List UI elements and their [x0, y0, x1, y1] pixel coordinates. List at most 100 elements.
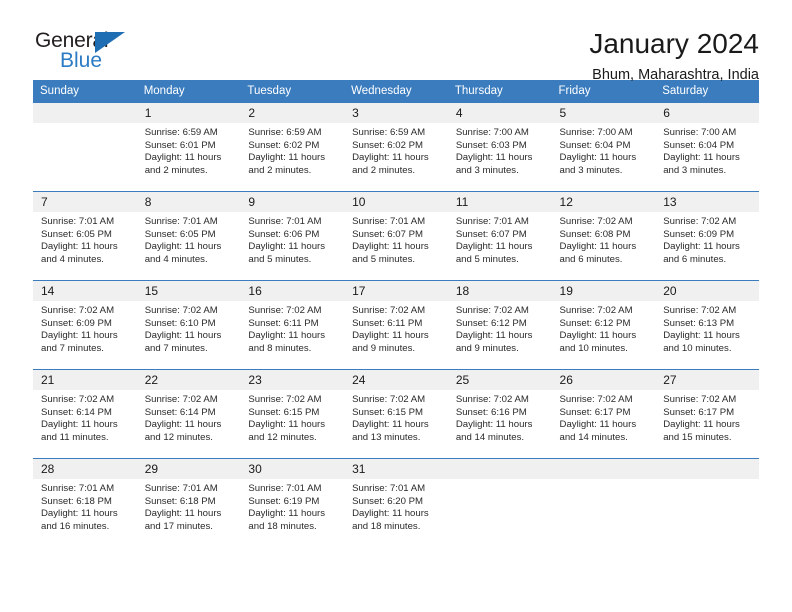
calendar-day-cell[interactable]: 5 Sunrise: 7:00 AM Sunset: 6:04 PM Daylight… [551, 102, 656, 192]
daylight-text-line1: Daylight: 11 hours [41, 330, 118, 342]
sunset-text: Sunset: 6:07 PM [352, 228, 424, 240]
calendar-day-cell[interactable]: 9 Sunrise: 7:01 AM Sunset: 6:06 PM Daylight… [240, 191, 345, 281]
calendar-table: Sunday Monday Tuesday Wednesday Thursday… [33, 80, 759, 548]
sunrise-text: Sunrise: 6:59 AM [352, 127, 426, 138]
day-details: Sunrise: 7:02 AM Sunset: 6:11 PM Daylight:… [344, 301, 448, 355]
daylight-text-line2: and 11 minutes. [41, 431, 109, 443]
calendar-day-cell[interactable]: 16 Sunrise: 7:02 AM Sunset: 6:11 PM Dayligh… [240, 280, 345, 370]
calendar-day-cell[interactable]: 23 Sunrise: 7:02 AM Sunset: 6:15 PM Dayligh… [240, 369, 345, 459]
sunrise-text: Sunrise: 7:02 AM [559, 394, 633, 405]
day-number: 22 [136, 370, 241, 390]
calendar-day-cell[interactable]: 31 Sunrise: 7:01 AM Sunset: 6:20 PM Dayligh… [344, 458, 448, 548]
sunrise-text: Sunrise: 6:59 AM [144, 127, 218, 138]
calendar-day-cell[interactable]: 15 Sunrise: 7:02 AM Sunset: 6:10 PM Dayligh… [136, 280, 241, 370]
daylight-text-line1: Daylight: 11 hours [455, 241, 533, 253]
day-number: 24 [344, 370, 448, 390]
page-header: General Blue January 2024 Bhum, Maharash… [33, 0, 759, 83]
day-number: 10 [344, 192, 448, 212]
calendar-day-cell[interactable] [447, 458, 552, 548]
calendar-day-cell[interactable]: 7 Sunrise: 7:01 AM Sunset: 6:05 PM Daylight… [33, 191, 137, 281]
calendar-day-cell[interactable]: 1 Sunrise: 6:59 AM Sunset: 6:01 PM Daylight… [136, 102, 241, 192]
calendar-day-cell[interactable]: 14 Sunrise: 7:02 AM Sunset: 6:09 PM Dayligh… [33, 280, 137, 370]
calendar-day-cell[interactable]: 19 Sunrise: 7:02 AM Sunset: 6:12 PM Dayligh… [551, 280, 656, 370]
weekday-header-sunday: Sunday [33, 80, 137, 103]
sunset-text: Sunset: 6:12 PM [559, 317, 631, 329]
calendar-day-cell[interactable]: 18 Sunrise: 7:02 AM Sunset: 6:12 PM Dayligh… [447, 280, 552, 370]
sunset-text: Sunset: 6:14 PM [144, 406, 216, 418]
sunset-text: Sunset: 6:17 PM [663, 406, 735, 418]
day-details: Sunrise: 6:59 AM Sunset: 6:02 PM Daylight:… [344, 123, 448, 177]
calendar-day-cell[interactable]: 21 Sunrise: 7:02 AM Sunset: 6:14 PM Dayligh… [33, 369, 137, 459]
daylight-text-line1: Daylight: 11 hours [559, 152, 637, 164]
calendar-day-cell[interactable]: 6 Sunrise: 7:00 AM Sunset: 6:04 PM Daylight… [655, 102, 759, 192]
daylight-text-line2: and 10 minutes. [559, 342, 628, 354]
daylight-text-line1: Daylight: 11 hours [248, 330, 326, 342]
day-details: Sunrise: 7:01 AM Sunset: 6:18 PM Daylight:… [33, 479, 137, 533]
daylight-text-line2: and 18 minutes. [352, 520, 421, 532]
sunrise-text: Sunrise: 7:02 AM [248, 305, 322, 316]
daylight-text-line1: Daylight: 11 hours [144, 330, 222, 342]
daylight-text-line1: Daylight: 11 hours [352, 508, 429, 520]
sunrise-text: Sunrise: 7:02 AM [41, 394, 115, 405]
calendar-day-cell[interactable]: 8 Sunrise: 7:01 AM Sunset: 6:05 PM Daylight… [136, 191, 241, 281]
calendar-day-cell[interactable]: 13 Sunrise: 7:02 AM Sunset: 6:09 PM Dayligh… [655, 191, 759, 281]
calendar-day-cell[interactable]: 25 Sunrise: 7:02 AM Sunset: 6:16 PM Dayligh… [447, 369, 552, 459]
calendar-day-cell[interactable]: 28 Sunrise: 7:01 AM Sunset: 6:18 PM Dayligh… [33, 458, 137, 548]
sunset-text: Sunset: 6:06 PM [248, 228, 320, 240]
calendar-day-cell[interactable]: 30 Sunrise: 7:01 AM Sunset: 6:19 PM Dayligh… [240, 458, 345, 548]
calendar-day-cell[interactable]: 26 Sunrise: 7:02 AM Sunset: 6:17 PM Dayligh… [551, 369, 656, 459]
title-block: January 2024 Bhum, Maharashtra, India [589, 28, 759, 85]
calendar-day-cell[interactable] [551, 458, 656, 548]
day-details: Sunrise: 7:02 AM Sunset: 6:09 PM Daylight:… [655, 212, 759, 266]
brand-logo[interactable]: General Blue [33, 28, 153, 74]
day-number: 16 [240, 281, 345, 301]
sunset-text: Sunset: 6:10 PM [144, 317, 216, 329]
sunset-text: Sunset: 6:04 PM [559, 139, 631, 151]
day-number: 27 [655, 370, 759, 390]
daylight-text-line2: and 6 minutes. [559, 253, 623, 265]
calendar-day-cell[interactable]: 24 Sunrise: 7:02 AM Sunset: 6:15 PM Dayligh… [344, 369, 448, 459]
sunset-text: Sunset: 6:09 PM [41, 317, 112, 329]
daylight-text-line2: and 14 minutes. [455, 431, 525, 443]
calendar-day-cell[interactable]: 20 Sunrise: 7:02 AM Sunset: 6:13 PM Dayligh… [655, 280, 759, 370]
calendar-day-cell[interactable]: 10 Sunrise: 7:01 AM Sunset: 6:07 PM Dayligh… [344, 191, 448, 281]
sunrise-text: Sunrise: 7:02 AM [352, 394, 426, 405]
day-number: 17 [344, 281, 448, 301]
day-number: 14 [33, 281, 137, 301]
daylight-text-line1: Daylight: 11 hours [352, 241, 429, 253]
calendar-day-cell[interactable]: 4 Sunrise: 7:00 AM Sunset: 6:03 PM Daylight… [447, 102, 552, 192]
daylight-text-line2: and 18 minutes. [248, 520, 317, 532]
sunrise-text: Sunrise: 7:00 AM [663, 127, 737, 138]
day-number: 9 [240, 192, 345, 212]
day-number [655, 459, 759, 479]
daylight-text-line1: Daylight: 11 hours [455, 419, 533, 431]
sunrise-text: Sunrise: 7:01 AM [41, 216, 115, 227]
calendar-day-cell[interactable] [655, 458, 759, 548]
calendar-day-cell[interactable]: 22 Sunrise: 7:02 AM Sunset: 6:14 PM Dayligh… [136, 369, 241, 459]
daylight-text-line1: Daylight: 11 hours [663, 419, 740, 431]
day-details: Sunrise: 7:02 AM Sunset: 6:17 PM Daylight:… [552, 390, 656, 444]
calendar-day-cell[interactable]: 2 Sunrise: 6:59 AM Sunset: 6:02 PM Daylight… [240, 102, 345, 192]
calendar-day-cell[interactable]: 29 Sunrise: 7:01 AM Sunset: 6:18 PM Dayligh… [136, 458, 241, 548]
daylight-text-line2: and 10 minutes. [663, 342, 732, 354]
weekday-header-thursday: Thursday [447, 80, 552, 103]
calendar-day-cell[interactable]: 3 Sunrise: 6:59 AM Sunset: 6:02 PM Daylight… [344, 102, 448, 192]
daylight-text-line2: and 3 minutes. [559, 164, 623, 176]
sunset-text: Sunset: 6:18 PM [144, 495, 216, 507]
sunset-text: Sunset: 6:15 PM [352, 406, 424, 418]
day-details: Sunrise: 7:02 AM Sunset: 6:11 PM Daylight:… [240, 301, 344, 355]
calendar-day-cell[interactable]: 12 Sunrise: 7:02 AM Sunset: 6:08 PM Dayligh… [551, 191, 656, 281]
calendar-day-cell[interactable]: 27 Sunrise: 7:02 AM Sunset: 6:17 PM Dayligh… [655, 369, 759, 459]
calendar-day-cell[interactable] [33, 102, 137, 192]
day-number: 4 [447, 103, 552, 123]
sunrise-text: Sunrise: 7:02 AM [144, 305, 218, 316]
sunset-text: Sunset: 6:01 PM [144, 139, 216, 151]
sunset-text: Sunset: 6:05 PM [41, 228, 112, 240]
calendar-day-cell[interactable]: 17 Sunrise: 7:02 AM Sunset: 6:11 PM Dayligh… [344, 280, 448, 370]
weekday-header-wednesday: Wednesday [344, 80, 448, 103]
daylight-text-line1: Daylight: 11 hours [248, 419, 326, 431]
calendar-day-cell[interactable]: 11 Sunrise: 7:01 AM Sunset: 6:07 PM Dayligh… [447, 191, 552, 281]
daylight-text-line2: and 5 minutes. [352, 253, 416, 265]
daylight-text-line1: Daylight: 11 hours [663, 241, 740, 253]
day-details: Sunrise: 7:02 AM Sunset: 6:09 PM Daylight:… [33, 301, 137, 355]
